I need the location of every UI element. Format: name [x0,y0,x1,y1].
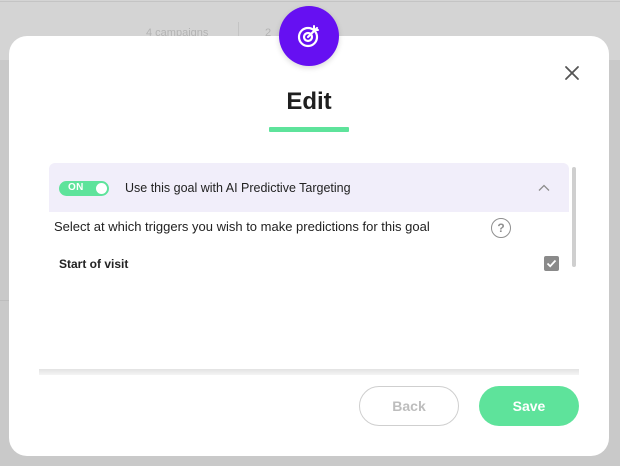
close-icon [565,66,579,80]
trigger-question: Select at which triggers you wish to mak… [54,219,430,234]
save-button[interactable]: Save [479,386,579,426]
section-scrollbar[interactable] [572,167,576,267]
modal-title: Edit [286,88,332,115]
trigger-label-start-of-visit: Start of visit [59,257,129,271]
backdrop-divider [0,1,620,2]
start-of-visit-checkbox[interactable] [544,256,559,271]
footer-separator [39,369,579,375]
close-button[interactable] [560,61,584,85]
section-title: Use this goal with AI Predictive Targeti… [125,181,351,195]
help-icon[interactable]: ? [491,218,511,238]
chevron-up-icon[interactable] [537,181,551,195]
target-icon [279,6,339,66]
toggle-knob [96,183,107,194]
ai-targeting-section-header[interactable]: ON Use this goal with AI Predictive Targ… [49,163,569,212]
back-button[interactable]: Back [359,386,459,426]
title-underline [269,127,349,132]
ai-targeting-toggle[interactable]: ON [59,181,109,196]
checkmark-icon [546,259,557,268]
toggle-label: ON [68,182,84,193]
